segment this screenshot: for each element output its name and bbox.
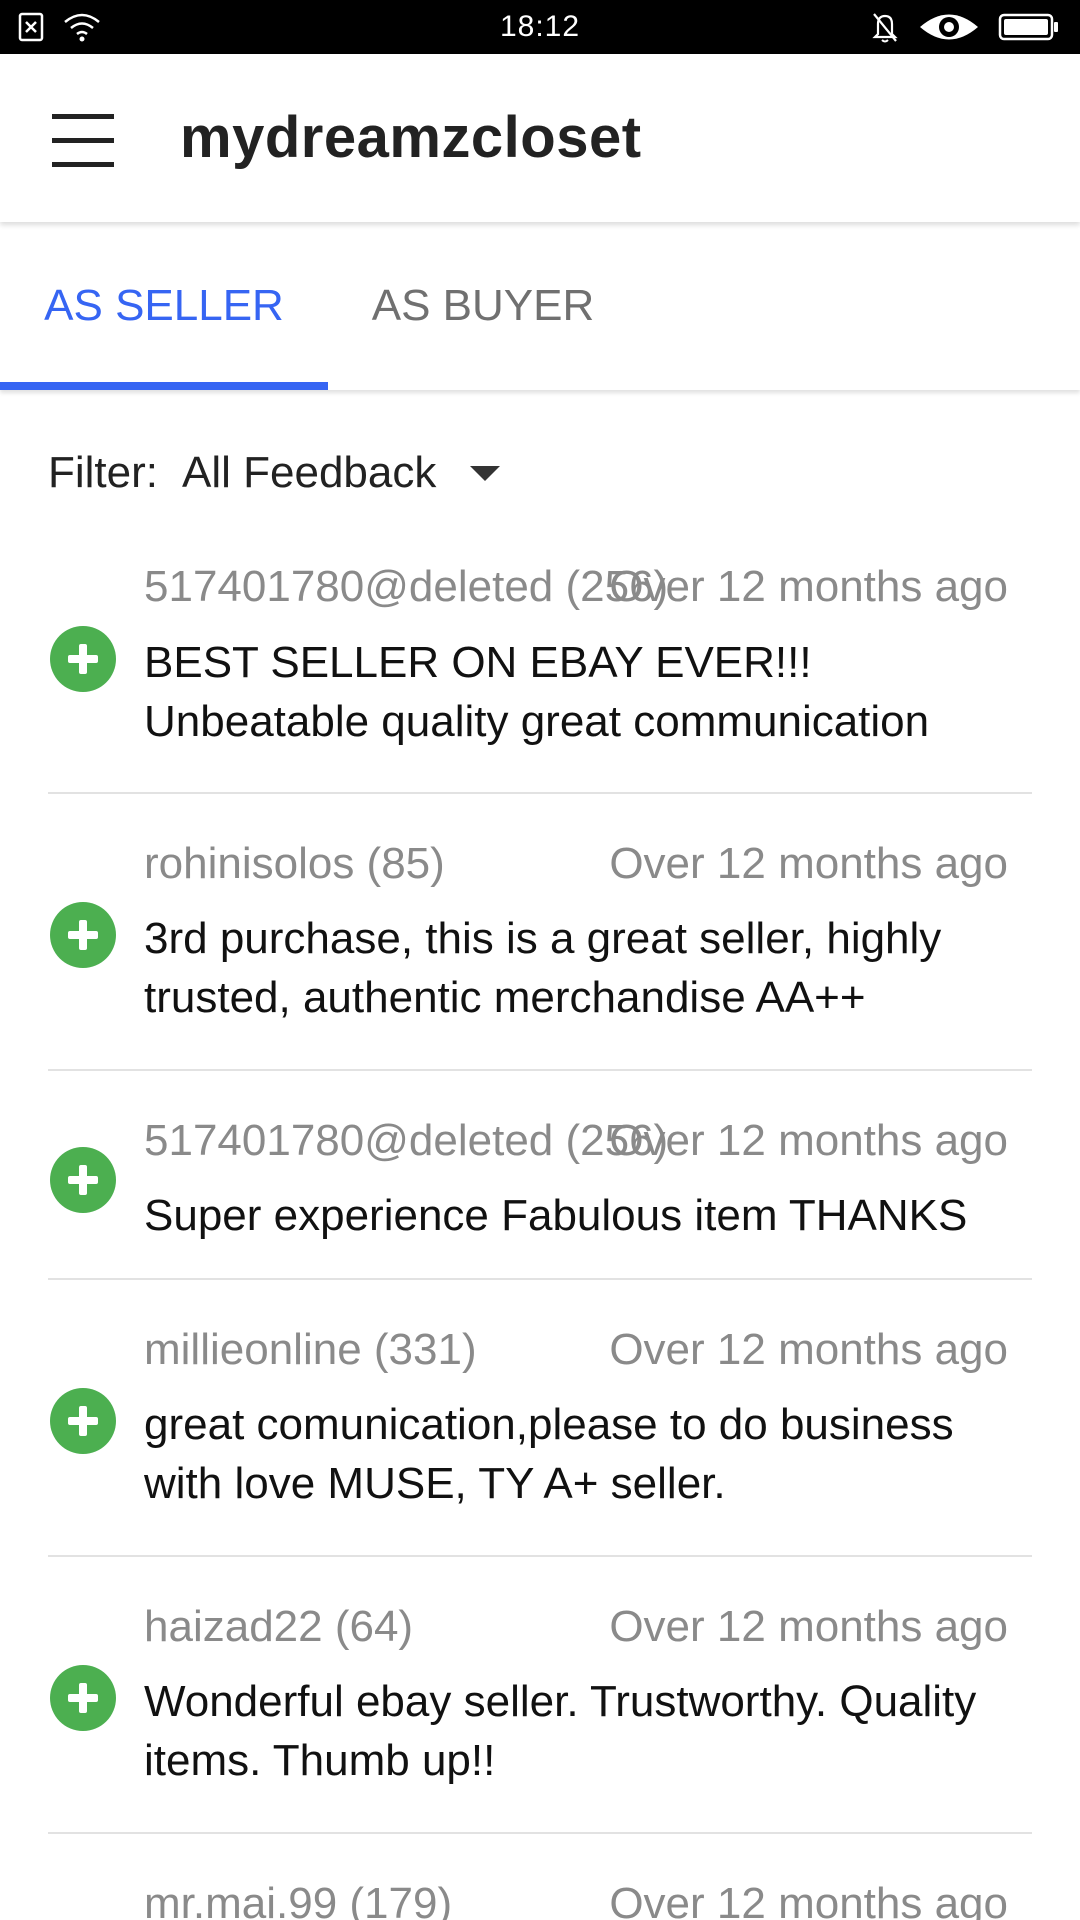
feedback-item[interactable]: 517401780@deleted (256) Over 12 months a…: [48, 1071, 1032, 1280]
feedback-time: Over 12 months ago: [609, 1325, 1008, 1374]
feedback-time: Over 12 months ago: [609, 839, 1008, 888]
filter-value: All Feedback: [182, 448, 437, 497]
feedback-user[interactable]: millieonline (331): [144, 1325, 477, 1375]
feedback-item[interactable]: haizad22 (64) Over 12 months ago Wonderf…: [48, 1557, 1032, 1834]
tab-as-buyer[interactable]: AS BUYER: [328, 222, 638, 390]
feedback-item[interactable]: mr.mai.99 (179) Over 12 months ago: [48, 1834, 1032, 1920]
status-bar-right: [870, 10, 1060, 44]
feedback-item[interactable]: rohinisolos (85) Over 12 months ago 3rd …: [48, 794, 1032, 1071]
page-title: mydreamzcloset: [180, 105, 642, 170]
positive-plus-icon: [50, 902, 116, 968]
positive-plus-icon: [50, 1665, 116, 1731]
feedback-time: Over 12 months ago: [609, 562, 1008, 611]
feedback-item[interactable]: millieonline (331) Over 12 months ago gr…: [48, 1280, 1032, 1557]
feedback-user[interactable]: haizad22 (64): [144, 1602, 413, 1652]
selected-tab-indicator: [0, 382, 328, 390]
feedback-list: 517401780@deleted (256) Over 12 months a…: [0, 540, 1080, 1920]
positive-plus-icon: [50, 1147, 116, 1213]
feedback-item[interactable]: 517401780@deleted (256) Over 12 months a…: [48, 540, 1032, 794]
tab-bar: AS SELLER AS BUYER: [0, 222, 1080, 390]
positive-plus-icon: [50, 626, 116, 692]
eye-icon: [920, 14, 978, 40]
feedback-user[interactable]: rohinisolos (85): [144, 839, 445, 889]
status-bar: 18:12: [0, 0, 1080, 54]
tab-label: AS SELLER: [44, 281, 284, 330]
feedback-comment: Super experience Fabulous item THANKS: [144, 1191, 968, 1240]
feedback-time: Over 12 months ago: [609, 1116, 1008, 1165]
feedback-time: Over 12 months ago: [609, 1602, 1008, 1651]
feedback-user[interactable]: 517401780@deleted (256): [144, 562, 668, 612]
app-bar: mydreamzcloset: [0, 54, 1080, 222]
positive-plus-icon: [50, 1388, 116, 1454]
hamburger-menu-icon[interactable]: [48, 108, 118, 172]
feedback-filter[interactable]: Filter: All Feedback: [48, 448, 501, 498]
tab-as-seller[interactable]: AS SELLER: [0, 222, 328, 390]
notifications-off-icon: [872, 13, 898, 43]
feedback-comment: BEST SELLER ON EBAY EVER!!! Unbeatable q…: [144, 638, 930, 746]
filter-label: Filter:: [48, 448, 158, 497]
feedback-user[interactable]: 517401780@deleted (256): [144, 1116, 668, 1166]
feedback-user[interactable]: mr.mai.99 (179): [144, 1879, 452, 1920]
feedback-comment: 3rd purchase, this is a great seller, hi…: [144, 914, 942, 1022]
dropdown-arrow-icon: [470, 465, 501, 481]
feedback-comment: great comunication,please to do business…: [144, 1400, 954, 1508]
battery-icon: [998, 13, 1058, 41]
feedback-time: Over 12 months ago: [609, 1879, 1008, 1920]
tab-label: AS BUYER: [371, 281, 595, 330]
feedback-comment: Wonderful ebay seller. Trustworthy. Qual…: [144, 1677, 977, 1785]
